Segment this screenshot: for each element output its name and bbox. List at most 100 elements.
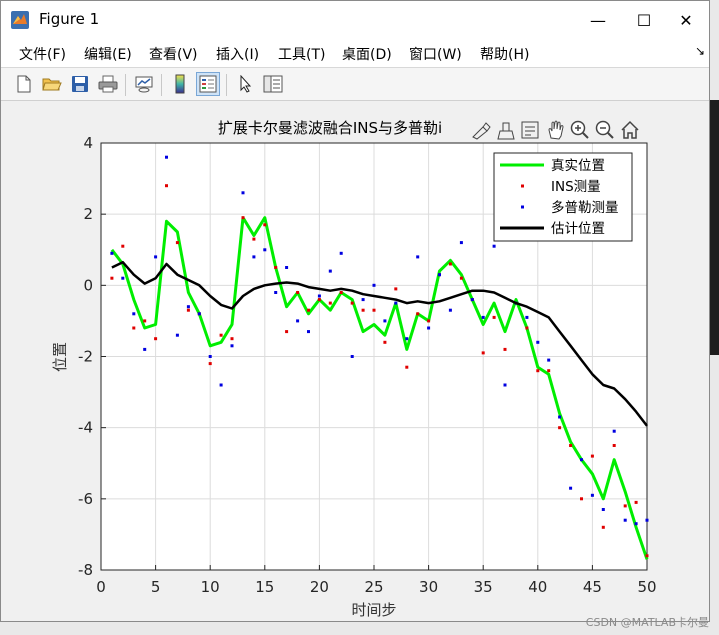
series-2-point — [438, 273, 441, 277]
open-file-button[interactable] — [40, 72, 64, 96]
colorbar-icon — [175, 74, 185, 94]
series-1-point — [263, 223, 267, 227]
series-2-point — [317, 294, 321, 298]
toolbar-separator — [226, 74, 227, 96]
y-tick-label: -4 — [78, 419, 93, 437]
x-tick-label: 40 — [528, 578, 547, 596]
series-2-point — [197, 312, 201, 316]
data-tip-icon[interactable] — [521, 121, 539, 139]
new-figure-button[interactable] — [12, 72, 36, 96]
series-1-point — [317, 298, 321, 302]
series-2-point — [558, 415, 562, 419]
maximize-button[interactable]: ☐ — [621, 1, 667, 39]
series-1-point — [623, 504, 627, 508]
legend: 真实位置 INS测量多普勒测量估计位置 — [493, 152, 633, 242]
series-1-point — [590, 454, 594, 458]
series-2-point — [580, 458, 583, 462]
series-1-point — [525, 326, 529, 330]
series-2-point — [481, 315, 485, 319]
property-inspector-icon — [263, 75, 283, 93]
series-2-point — [459, 241, 463, 245]
series-2-point — [590, 493, 594, 497]
series-1-point — [230, 337, 234, 341]
menu-window[interactable]: 窗口(W) — [409, 44, 462, 64]
x-tick-label: 50 — [637, 578, 656, 596]
series-2-point — [623, 518, 627, 522]
series-2-point — [427, 326, 431, 330]
axes-toolbar-icons — [472, 120, 639, 140]
close-button[interactable]: ✕ — [663, 1, 709, 39]
series-1-point — [503, 347, 507, 351]
menu-desktop[interactable]: 桌面(D) — [342, 44, 392, 64]
print-icon — [98, 75, 118, 93]
series-1-point — [459, 276, 463, 280]
series-1-point — [328, 301, 332, 305]
series-2-point — [241, 191, 245, 195]
edit-plot-button[interactable] — [234, 72, 258, 96]
menu-overflow-icon[interactable]: ↘ — [695, 44, 705, 58]
menu-file[interactable]: 文件(F) — [19, 44, 66, 64]
series-1-point — [121, 244, 125, 248]
figure-window: Figure 1 — ☐ ✕ 文件(F) 编辑(E) 查看(V) 插入(I) 工… — [0, 0, 710, 622]
series-2-point — [569, 486, 573, 490]
colorbar-button[interactable] — [168, 72, 192, 96]
x-axis-label: 时间步 — [351, 601, 396, 619]
series-2-point — [394, 301, 398, 305]
brush-export-icon[interactable] — [472, 122, 491, 140]
series-2-point — [350, 355, 354, 358]
series-2-point — [372, 283, 376, 287]
series-2-point — [416, 255, 420, 259]
legend-marker-swatch — [521, 205, 524, 209]
y-tick-label: 0 — [83, 276, 93, 294]
zoom-out-icon[interactable] — [595, 120, 614, 139]
chart-title: 扩展卡尔曼滤波融合INS与多普勒i — [218, 119, 442, 137]
figure-toolbar — [1, 67, 709, 101]
minimize-button[interactable]: — — [575, 1, 621, 39]
series-2-point — [634, 522, 638, 526]
menu-edit[interactable]: 编辑(E) — [84, 44, 132, 64]
series-1-point — [252, 237, 256, 241]
chart-svg: 0 5 10 15 20 25 30 35 40 45 50 -8 -6 -4 -2 0 2 4 扩展卡尔曼滤波融… — [51, 119, 657, 619]
home-icon[interactable] — [621, 120, 639, 139]
property-inspector-button[interactable] — [261, 72, 285, 96]
series-2-point — [263, 248, 267, 252]
series-2-point — [601, 508, 605, 511]
x-tick-label: 35 — [474, 578, 493, 596]
series-1-point — [274, 266, 278, 269]
series-2-point — [296, 319, 300, 323]
x-tick-label: 30 — [419, 578, 438, 596]
link-plot-button[interactable] — [132, 72, 156, 96]
series-1-point — [547, 369, 551, 373]
menu-tools[interactable]: 工具(T) — [278, 44, 325, 64]
series-1-point — [634, 500, 638, 504]
series-2-point — [470, 298, 474, 302]
menu-insert[interactable]: 插入(I) — [216, 44, 259, 64]
series-1-point — [492, 315, 496, 319]
y-tick-label: 2 — [83, 205, 93, 223]
pan-icon[interactable] — [548, 120, 564, 140]
legend-label: INS测量 — [551, 179, 601, 195]
menu-help[interactable]: 帮助(H) — [480, 44, 529, 64]
x-tick-label: 20 — [310, 578, 329, 596]
series-2-point — [536, 340, 540, 344]
print-button[interactable] — [96, 72, 120, 96]
data-brush-icon[interactable] — [497, 122, 515, 140]
link-plot-icon — [135, 76, 153, 93]
menu-view[interactable]: 查看(V) — [149, 44, 198, 64]
toolbar-separator — [125, 74, 126, 96]
series-2-point — [383, 319, 387, 323]
series-1-point — [143, 319, 147, 323]
series-2-point — [405, 337, 409, 341]
series-2-point — [132, 312, 136, 316]
title-bar: Figure 1 — ☐ ✕ — [1, 1, 709, 39]
zoom-in-icon[interactable] — [570, 120, 589, 139]
series-2-point — [165, 155, 168, 159]
series-1-point — [612, 444, 616, 447]
series-1-point — [132, 326, 136, 330]
y-tick-label: 4 — [83, 134, 93, 152]
save-button[interactable] — [68, 72, 92, 96]
series-2-point — [448, 308, 452, 312]
series-2-point — [339, 251, 343, 255]
legend-button[interactable] — [196, 72, 220, 96]
series-1-point — [405, 365, 409, 369]
